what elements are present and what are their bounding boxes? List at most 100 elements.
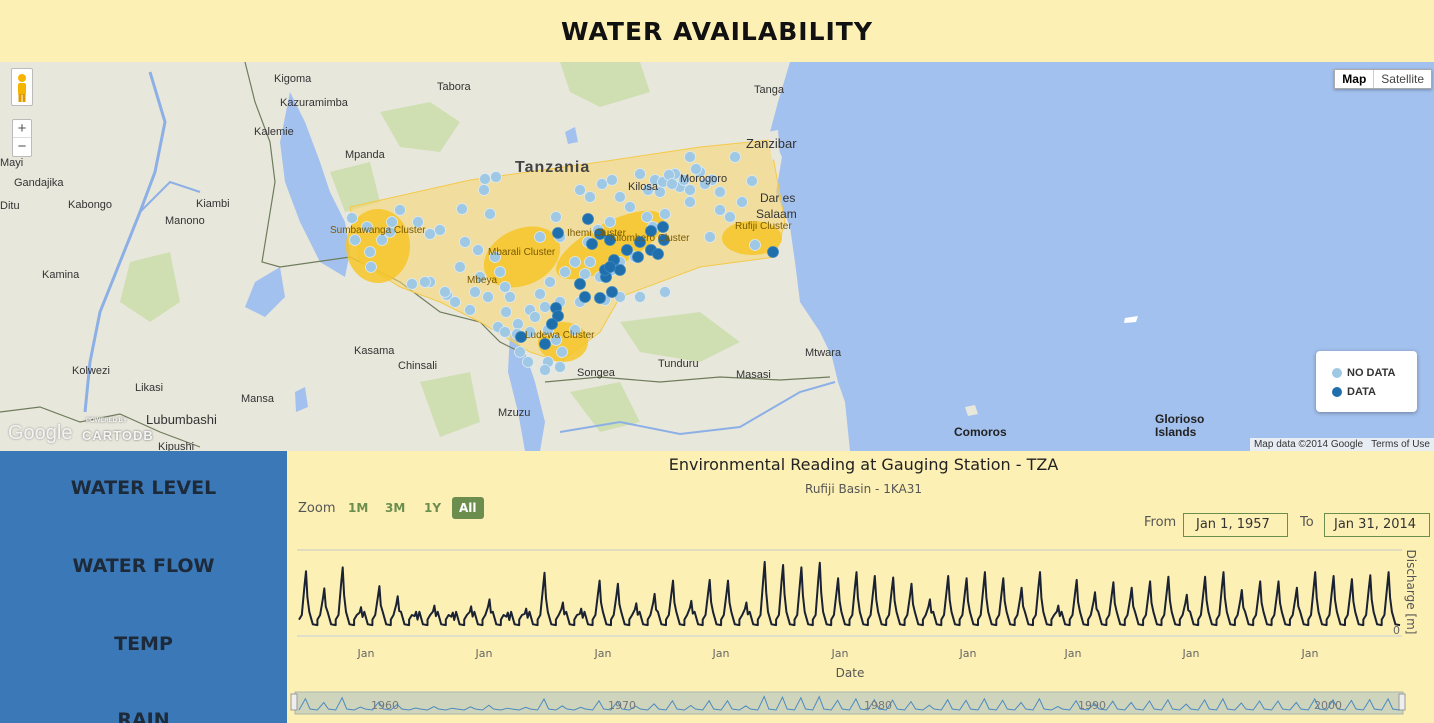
page-header: WATER AVAILABILITY xyxy=(0,0,1434,62)
place-label: Ditu xyxy=(0,200,20,212)
station-marker-data xyxy=(614,264,626,276)
station-marker-no-data xyxy=(534,231,546,243)
map-zoom-control: + − xyxy=(12,119,32,157)
zoom-1y-button[interactable]: 1Y xyxy=(417,497,448,519)
place-label: Kamina xyxy=(42,269,80,281)
station-marker-no-data xyxy=(499,326,511,338)
station-marker-data xyxy=(552,227,564,239)
sidebar-item-water-level[interactable]: WATER LEVEL xyxy=(0,477,287,499)
station-marker-no-data xyxy=(736,196,748,208)
google-logo: Google xyxy=(8,422,73,444)
station-marker-no-data xyxy=(704,231,716,243)
discharge-chart: Jan Jan Jan Jan Jan Jan Jan Jan Jan Date 0 1960 1… xyxy=(290,549,1406,715)
station-marker-no-data xyxy=(478,184,490,196)
terms-of-use-link[interactable]: Terms of Use xyxy=(1367,438,1434,451)
station-marker-no-data xyxy=(606,174,618,186)
cartodb-logo: POWERED BY CARTODB xyxy=(82,418,154,443)
station-marker-data xyxy=(652,248,664,260)
from-date-input[interactable]: Jan 1, 1957 xyxy=(1183,513,1288,537)
station-marker-no-data xyxy=(500,306,512,318)
station-marker-no-data xyxy=(472,244,484,256)
station-marker-no-data xyxy=(729,151,741,163)
y-axis-label: Discharge [m] xyxy=(1399,549,1423,635)
station-marker-data xyxy=(632,251,644,263)
sidebar-item-rain[interactable]: RAIN xyxy=(0,709,287,723)
place-label: Kabongo xyxy=(68,199,113,211)
station-marker-no-data xyxy=(596,178,608,190)
no-data-dot-icon xyxy=(1332,367,1342,378)
station-marker-no-data xyxy=(749,239,761,251)
station-marker-no-data xyxy=(724,211,736,223)
x-axis-label: Date xyxy=(836,666,865,680)
station-marker-no-data xyxy=(529,311,541,323)
sidebar: WATER LEVEL WATER FLOW TEMP RAIN xyxy=(0,451,287,723)
place-label: Gandajika xyxy=(14,177,64,189)
zoom-3m-button[interactable]: 3M xyxy=(378,497,412,519)
x-tick-label: Jan xyxy=(712,647,730,660)
zoom-all-button[interactable]: All xyxy=(452,497,484,519)
data-dot-icon xyxy=(1332,386,1342,397)
station-marker-no-data xyxy=(641,211,653,223)
station-marker-no-data xyxy=(539,364,551,376)
to-label: To xyxy=(1300,515,1314,530)
station-marker-no-data xyxy=(464,304,476,316)
x-tick-label: Jan xyxy=(475,647,493,660)
station-marker-no-data xyxy=(544,276,556,288)
map-data-attribution: Map data ©2014 Google xyxy=(1249,438,1368,451)
place-label: Salaam xyxy=(756,207,797,221)
legend-label: NO DATA xyxy=(1347,366,1396,379)
place-label: Morogoro xyxy=(680,173,728,185)
station-marker-no-data xyxy=(574,184,586,196)
station-marker-no-data xyxy=(684,196,696,208)
from-label: From xyxy=(1144,515,1177,530)
station-marker-no-data xyxy=(522,356,534,368)
station-marker-no-data xyxy=(482,291,494,303)
place-label: Lubumbashi xyxy=(146,412,217,427)
place-label: Tanga xyxy=(754,84,784,96)
page-title: WATER AVAILABILITY xyxy=(561,16,873,46)
place-label: Manono xyxy=(165,215,205,227)
station-marker-no-data xyxy=(512,318,524,330)
map-base xyxy=(0,62,1138,451)
station-marker-no-data xyxy=(479,173,491,185)
station-marker-no-data xyxy=(684,151,696,163)
x-tick-label: Jan xyxy=(357,647,375,660)
map-legend: NO DATA DATA xyxy=(1316,351,1417,412)
station-marker-no-data xyxy=(584,256,596,268)
navigator-left-handle xyxy=(290,693,298,711)
station-marker-no-data xyxy=(550,211,562,223)
place-label: Songea xyxy=(577,367,615,379)
sidebar-item-water-flow[interactable]: WATER FLOW xyxy=(0,555,287,577)
station-marker-no-data xyxy=(456,203,468,215)
zoom-out-button[interactable]: − xyxy=(13,138,31,156)
place-label: Kilosa xyxy=(628,181,658,193)
sidebar-item-temp[interactable]: TEMP xyxy=(0,633,287,655)
x-tick-label: Jan xyxy=(1064,647,1082,660)
station-marker-no-data xyxy=(624,201,636,213)
map[interactable]: Kigoma Kazuramimba Tabora Tanga Kalemie … xyxy=(0,62,1434,451)
navigator-right-handle xyxy=(1398,693,1406,711)
map-type-map-button[interactable]: Map xyxy=(1335,70,1375,88)
place-label: Masasi xyxy=(736,369,771,381)
station-marker-data xyxy=(574,278,586,290)
station-marker-no-data xyxy=(659,286,671,298)
station-marker-no-data xyxy=(449,296,461,308)
station-marker-data xyxy=(606,286,618,298)
station-marker-no-data xyxy=(634,168,646,180)
station-marker-no-data xyxy=(559,266,571,278)
zoom-in-button[interactable]: + xyxy=(13,120,31,138)
station-marker-no-data xyxy=(434,224,446,236)
station-marker-no-data xyxy=(394,204,406,216)
place-label: Likasi xyxy=(135,382,164,394)
zoom-1m-button[interactable]: 1M xyxy=(341,497,375,519)
station-marker-no-data xyxy=(364,246,376,258)
street-view-pegman-icon[interactable] xyxy=(11,68,33,106)
place-label: Kalemie xyxy=(254,126,294,138)
place-label: Mzuzu xyxy=(498,407,531,419)
station-marker-no-data xyxy=(514,346,526,358)
station-marker-no-data xyxy=(579,268,591,280)
map-type-satellite-button[interactable]: Satellite xyxy=(1374,70,1431,88)
station-marker-no-data xyxy=(556,346,568,358)
chart-title: Environmental Reading at Gauging Station… xyxy=(668,455,1059,474)
to-date-input[interactable]: Jan 31, 2014 xyxy=(1324,513,1430,537)
